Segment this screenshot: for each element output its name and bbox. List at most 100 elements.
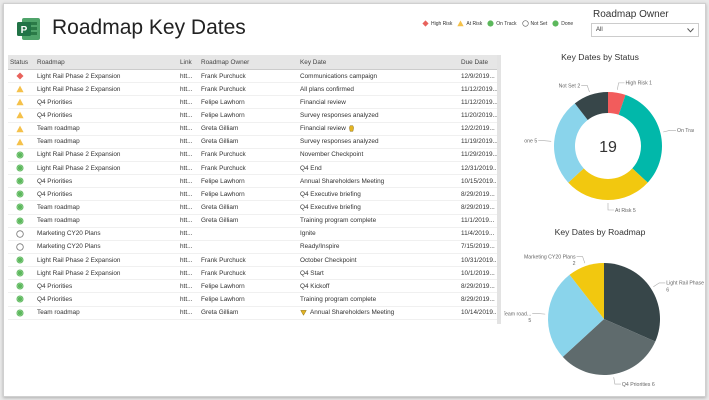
table-row[interactable]: Q4 Priorities htt... Felipe Lawhorn Q4 Kick… [8,280,501,293]
at-risk-triangle-icon [16,98,24,106]
legend-label: Not Set [530,20,548,27]
owner-cell: Felipe Lawhorn [201,177,245,185]
table-row[interactable]: Q4 Priorities htt... Felipe Lawhorn Q4 Exec… [8,188,501,201]
table-row[interactable]: Q4 Priorities htt... Felipe Lawhorn Annual … [8,175,501,188]
key-date-cell: Q4 Start [300,269,324,277]
link-cell[interactable]: htt... [178,306,199,319]
table-row[interactable]: Light Rail Phase 2 Expansion htt... Frank … [8,148,501,162]
owner-cell: Felipe Lawhorn [201,190,245,198]
table-row[interactable]: Team roadmap htt... Greta Gilliam Financial… [8,122,501,136]
chevron-down-icon [687,27,694,33]
table-row[interactable]: Team roadmap htt... Greta Gilliam Annual Sh… [8,306,501,320]
legend-item: High Risk [422,20,452,27]
link-cell[interactable]: htt... [178,280,199,293]
column-header[interactable]: Roadmap [35,55,178,70]
status-cell [8,227,35,240]
owner-cell: Frank Purchuck [201,72,246,80]
key-date-cell: Training program complete [300,295,377,303]
column-header[interactable]: Roadmap Owner [199,55,298,70]
leader-line [532,313,546,315]
roadmap-cell: Team roadmap [37,203,80,211]
table-row[interactable]: Team roadmap htt... Greta Gilliam Q4 Execut… [8,201,501,215]
link-cell[interactable]: htt... [178,240,199,253]
due-date-cell: 8/29/2019... [461,190,495,198]
table-row[interactable]: Light Rail Phase 2 Expansion htt... Frank … [8,83,501,96]
slice-label: Light Rail Phase 2 Expan... [666,281,704,287]
high-risk-diamond-icon [16,72,24,80]
status-cell [8,201,35,214]
status-cell [8,96,35,109]
link-cell[interactable]: htt... [178,267,199,280]
roadmap-owner-dropdown[interactable]: All [591,23,699,37]
due-date-cell: 12/2/2019... [461,125,495,133]
owner-cell: Frank Purchuck [201,151,246,159]
legend-circle-icon [487,20,494,27]
table-row[interactable]: Q4 Priorities htt... Felipe Lawhorn Financi… [8,96,501,109]
table-row[interactable]: Q4 Priorities htt... Felipe Lawhorn Trainin… [8,293,501,307]
table-row[interactable]: Light Rail Phase 2 Expansion htt... Frank … [8,70,501,83]
table-row[interactable]: Team roadmap htt... Greta Gilliam Survey re… [8,135,501,149]
done-circle-icon [16,164,24,172]
legend-label: High Risk [431,20,453,27]
link-cell[interactable]: htt... [178,214,199,227]
status-cell [8,122,35,135]
slice-label: Team road... [504,311,531,317]
on-track-circle-icon [16,282,24,290]
link-cell[interactable]: htt... [178,70,199,83]
column-header[interactable]: Link [178,55,199,70]
roadmap-cell: Q4 Priorities [37,190,73,198]
table-scrollbar[interactable] [497,55,501,324]
link-cell[interactable]: htt... [178,293,199,306]
table-row[interactable]: Marketing CY20 Plans htt... Ready/Inspire 7… [8,240,501,254]
owner-cell: Frank Purchuck [201,164,246,172]
leader-line [653,282,666,287]
key-date-cell: All plans confirmed [300,85,354,93]
leader-line [613,377,621,385]
link-cell[interactable]: htt... [178,161,199,174]
due-date-cell: 11/29/2019... [461,151,498,159]
legend-diamond-icon [422,20,429,27]
column-header[interactable]: Due Date [459,55,501,70]
link-cell[interactable]: htt... [178,201,199,214]
roadmap-cell: Light Rail Phase 2 Expansion [37,164,121,172]
table-row[interactable]: Team roadmap htt... Greta Gilliam Training … [8,214,501,228]
link-cell[interactable]: htt... [178,253,199,266]
key-date-cell: Ready/Inspire [300,243,340,251]
owner-cell [199,227,298,240]
status-cell [8,148,35,161]
due-date-cell: 10/15/2019... [461,177,499,185]
link-cell[interactable]: htt... [178,135,199,148]
table-row[interactable]: Marketing CY20 Plans htt... Ignite 11/4/201… [8,227,501,241]
link-cell[interactable]: htt... [178,175,199,188]
due-date-cell: 12/31/2019... [461,164,499,172]
pie-slice[interactable] [618,94,662,183]
table-row[interactable]: Light Rail Phase 2 Expansion htt... Frank … [8,161,501,175]
link-cell[interactable]: htt... [178,227,199,240]
due-date-cell: 12/9/2019... [461,72,495,80]
legend-item: Not Set [521,20,548,27]
due-date-cell: 8/29/2019... [461,203,495,211]
report-header: P Roadmap Key Dates High Risk At Risk On T… [4,4,705,56]
due-date-cell: 11/12/2019... [461,98,498,106]
status-chart-title: Key Dates by Status [561,52,639,62]
status-legend: High Risk At Risk On Track Not Set Done [422,20,578,27]
key-date-text: Financial review [300,125,346,133]
link-cell[interactable]: htt... [178,122,199,135]
table-row[interactable]: Light Rail Phase 2 Expansion htt... Frank … [8,267,501,280]
status-cell [8,214,35,227]
due-date-cell: 11/19/2019... [461,138,498,146]
column-header[interactable]: Status [8,55,35,70]
link-cell[interactable]: htt... [178,148,199,161]
link-cell[interactable]: htt... [178,188,199,201]
pie-slice[interactable] [568,168,648,200]
link-cell[interactable]: htt... [178,96,199,109]
scrollbar-thumb[interactable] [497,55,501,324]
table-row[interactable]: Q4 Priorities htt... Felipe Lawhorn Survey … [8,109,501,123]
legend-item: At Risk [457,20,482,27]
link-cell[interactable]: htt... [178,109,199,122]
link-cell[interactable]: htt... [178,83,199,96]
key-date-cell: November Checkpoint [300,151,364,159]
column-header[interactable]: Key Date [298,55,459,70]
table-row[interactable]: Light Rail Phase 2 Expansion htt... Frank … [8,253,501,267]
on-track-circle-icon [16,269,24,277]
